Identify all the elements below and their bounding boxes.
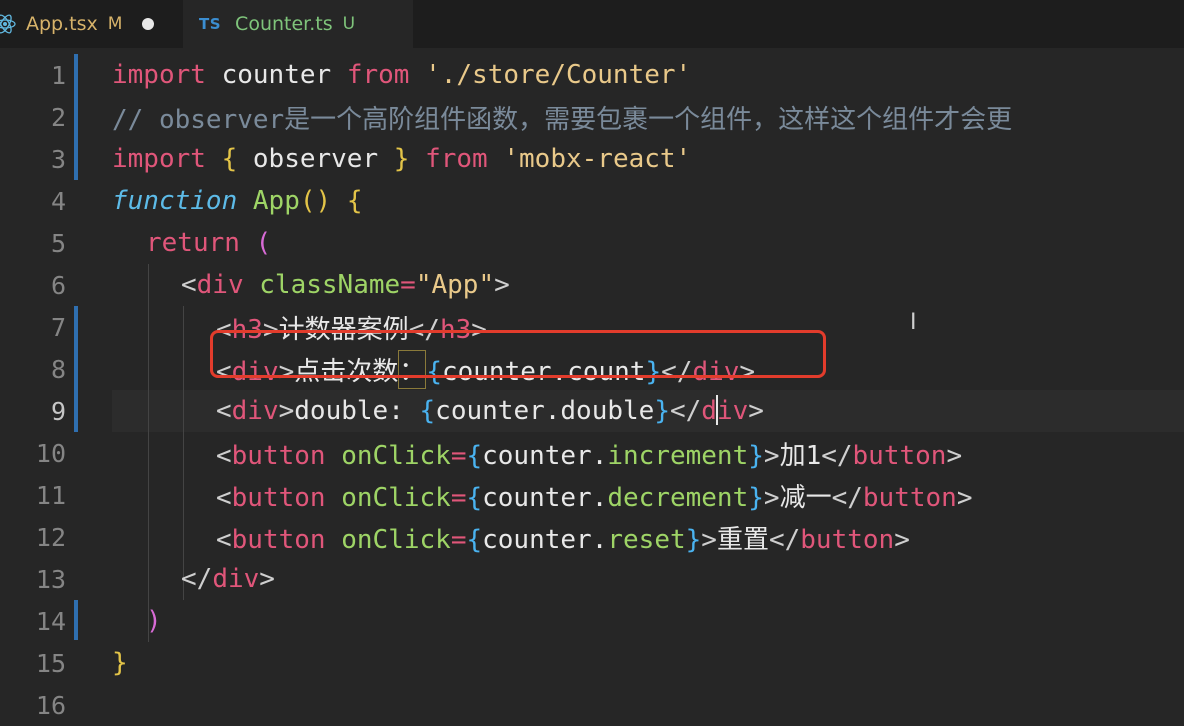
line-number: 11 [35, 480, 66, 510]
line-number: 5 [50, 228, 66, 258]
code-line: 14 ) [0, 600, 1184, 642]
editor-tab-bar: App.tsx M TS Counter.ts U [0, 0, 1184, 48]
code-line: 12 <button onClick={counter.reset}>重置</b… [0, 516, 1184, 558]
tab-app-tsx[interactable]: App.tsx M [0, 0, 183, 48]
tab-git-status: M [107, 14, 123, 34]
tab-label: App.tsx [26, 13, 98, 35]
code-content: return ( [146, 228, 272, 258]
line-number: 1 [50, 60, 66, 90]
code-content: <button onClick={counter.reset}>重置</butt… [216, 524, 910, 555]
code-line: 16 [0, 684, 1184, 726]
code-content: <button onClick={counter.increment}>加1</… [216, 440, 963, 471]
code-content: import counter from './store/Counter' [112, 60, 692, 90]
code-content: ) [146, 606, 162, 636]
code-line: 11 <button onClick={counter.decrement}>减… [0, 474, 1184, 516]
typescript-icon: TS [199, 15, 222, 33]
code-line: 1 import counter from './store/Counter' [0, 54, 1184, 96]
annotation-highlight-box [210, 330, 826, 378]
ibeam-cursor-icon: I [910, 310, 917, 335]
tab-counter-ts[interactable]: TS Counter.ts U [183, 0, 413, 48]
code-line-active: 9 <div>double: {counter.double}</div> [0, 390, 1184, 432]
code-content: <div className="App"> [181, 270, 510, 300]
code-line: 10 <button onClick={counter.increment}>加… [0, 432, 1184, 474]
code-content: import { observer } from 'mobx-react' [112, 144, 692, 174]
code-content: <button onClick={counter.decrement}>减一</… [216, 482, 973, 513]
tab-label: Counter.ts [235, 13, 333, 35]
code-line: 4 function App() { [0, 180, 1184, 222]
line-number: 15 [35, 648, 66, 678]
code-line: 13 </div> [0, 558, 1184, 600]
code-line: 5 return ( [0, 222, 1184, 264]
line-number: 10 [35, 438, 66, 468]
text-cursor [716, 395, 718, 425]
code-content: </div> [181, 564, 275, 594]
line-number: 12 [35, 522, 66, 552]
code-editor[interactable]: 1 import counter from './store/Counter' … [0, 54, 1184, 722]
line-number: 3 [50, 144, 66, 174]
react-icon [0, 13, 16, 35]
line-number: 8 [50, 354, 66, 384]
line-number: 14 [35, 606, 66, 636]
line-number: 6 [50, 270, 66, 300]
line-number: 2 [50, 102, 66, 132]
line-number: 4 [50, 186, 66, 216]
line-number: 7 [50, 312, 66, 342]
code-line: 15 } [0, 642, 1184, 684]
line-number: 9 [50, 396, 66, 426]
line-number: 16 [35, 690, 66, 720]
code-line: 3 import { observer } from 'mobx-react' [0, 138, 1184, 180]
code-line: 6 <div className="App"> [0, 264, 1184, 306]
code-comment: // observer是一个高阶组件函数，需要包裹一个组件，这样这个组件才会更 [112, 104, 1013, 135]
line-number: 13 [35, 564, 66, 594]
code-line: 2 // observer是一个高阶组件函数，需要包裹一个组件，这样这个组件才会… [0, 96, 1184, 138]
tab-git-status: U [342, 14, 356, 34]
code-content: } [112, 648, 128, 678]
code-content: <div>double: {counter.double}</div> [216, 396, 764, 426]
unsaved-dot-icon[interactable] [142, 18, 155, 30]
code-content: function App() { [112, 186, 363, 216]
